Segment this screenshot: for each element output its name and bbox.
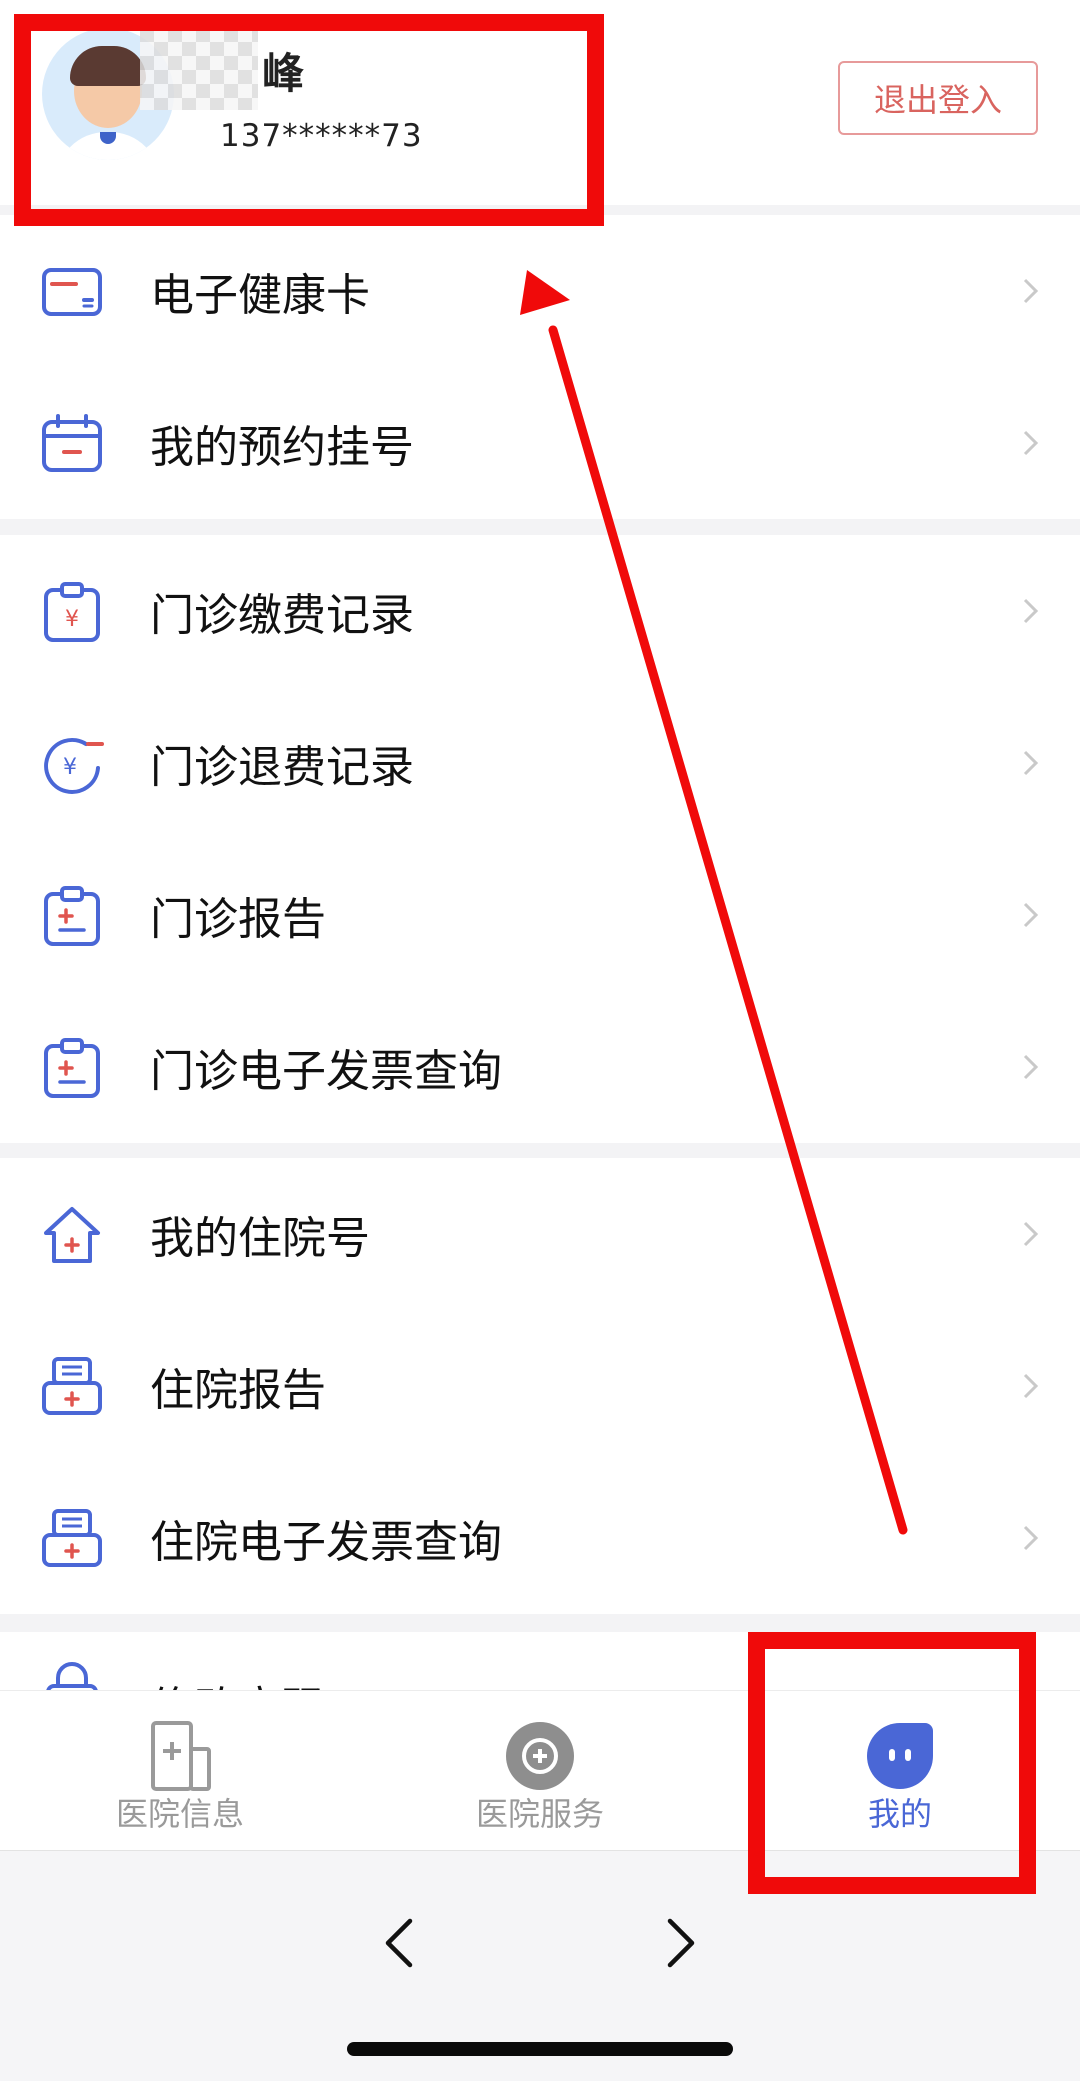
avatar-hair — [70, 46, 146, 86]
home-indicator[interactable] — [347, 2042, 733, 2056]
health-card-icon — [42, 268, 102, 316]
menu-item-label: 修改密码 — [150, 1672, 326, 1690]
chevron-right-icon — [1023, 598, 1039, 624]
profile-header[interactable]: 峰 137******73 退出登入 — [0, 0, 1080, 205]
menu-item-inpatient-invoice[interactable]: 住院电子发票查询 — [0, 1462, 1080, 1614]
menu-item-health-card[interactable]: 电子健康卡 — [0, 215, 1080, 367]
chevron-right-icon — [1023, 750, 1039, 776]
menu-group-cards: 电子健康卡 我的预约挂号 — [0, 215, 1080, 519]
chevron-right-icon — [1023, 1221, 1039, 1247]
chevron-right-icon — [1023, 278, 1039, 304]
menu-item-label: 住院电子发票查询 — [150, 1517, 502, 1568]
profile-face-icon — [867, 1723, 933, 1789]
menu-group-outpatient: ¥ 门诊缴费记录 ¥ 门诊退费记录 门诊报告 门诊电子发票查询 — [0, 535, 1080, 1143]
menu-item-label: 门诊退费记录 — [150, 742, 414, 793]
chevron-right-icon — [1023, 1373, 1039, 1399]
svg-text:¥: ¥ — [63, 755, 77, 780]
menu-item-label: 门诊报告 — [150, 894, 326, 945]
menu-item-label: 门诊缴费记录 — [150, 590, 414, 641]
menu-item-label: 我的住院号 — [150, 1213, 370, 1264]
calendar-icon — [42, 414, 102, 472]
menu-item-outpatient-payment[interactable]: ¥ 门诊缴费记录 — [0, 535, 1080, 687]
refund-icon: ¥ — [44, 738, 104, 794]
menu-item-outpatient-refund[interactable]: ¥ 门诊退费记录 — [0, 687, 1080, 839]
menu-item-outpatient-invoice[interactable]: 门诊电子发票查询 — [0, 991, 1080, 1143]
menu-item-outpatient-report[interactable]: 门诊报告 — [0, 839, 1080, 991]
tab-my-profile[interactable]: 我的 — [720, 1691, 1080, 1851]
chevron-right-icon — [1023, 1054, 1039, 1080]
menu-item-appointments[interactable]: 我的预约挂号 — [0, 367, 1080, 519]
chevron-right-icon — [1023, 902, 1039, 928]
bottom-tab-bar: 医院信息 医院服务 我的 — [0, 1690, 1080, 1850]
tab-hospital-service[interactable]: 医院服务 — [360, 1691, 720, 1851]
tab-hospital-info[interactable]: 医院信息 — [0, 1691, 360, 1851]
menu-item-label: 我的预约挂号 — [150, 422, 414, 473]
tab-label: 医院服务 — [475, 1795, 604, 1833]
user-name: 峰 — [262, 49, 305, 98]
payment-clipboard-icon: ¥ — [44, 582, 100, 642]
tab-label: 医院信息 — [115, 1795, 244, 1833]
inpatient-report-icon — [42, 1357, 102, 1415]
chevron-right-icon — [1023, 1525, 1039, 1551]
menu-item-label: 电子健康卡 — [150, 270, 370, 321]
forward-arrow-icon[interactable] — [650, 1913, 710, 1973]
menu-item-label: 住院报告 — [150, 1365, 326, 1416]
invoice-clipboard-icon — [44, 1038, 100, 1098]
lock-icon — [46, 1662, 98, 1690]
hospital-house-icon — [44, 1207, 100, 1263]
chevron-right-icon — [1023, 430, 1039, 456]
user-phone: 137******73 — [220, 118, 423, 154]
inpatient-invoice-icon — [42, 1509, 102, 1567]
menu-item-inpatient-number[interactable]: 我的住院号 — [0, 1158, 1080, 1310]
hospital-service-icon — [506, 1722, 574, 1790]
menu-item-label: 门诊电子发票查询 — [150, 1046, 502, 1097]
back-arrow-icon[interactable] — [370, 1913, 430, 1973]
hospital-info-icon — [151, 1721, 211, 1791]
name-privacy-mosaic — [140, 14, 258, 110]
menu-item-inpatient-report[interactable]: 住院报告 — [0, 1310, 1080, 1462]
logout-button[interactable]: 退出登入 — [838, 61, 1038, 135]
svg-text:¥: ¥ — [65, 607, 79, 632]
report-clipboard-icon — [44, 886, 100, 946]
tab-label: 我的 — [867, 1795, 932, 1833]
menu-group-inpatient: 我的住院号 住院报告 住院电子发票查询 — [0, 1158, 1080, 1614]
